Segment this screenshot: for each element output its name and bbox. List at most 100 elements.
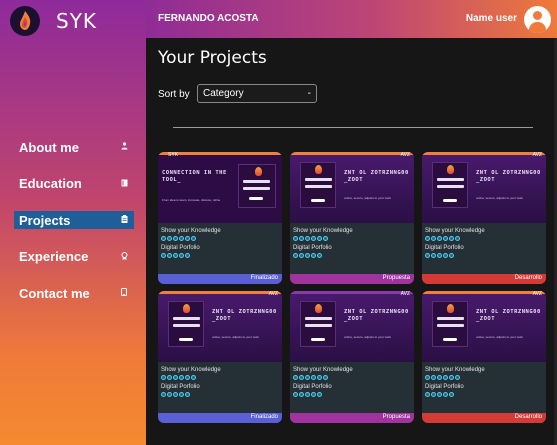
project-card[interactable]: AVZ ZNT OL ZOTRZNNG00 _ZOOT online, secu… [290, 291, 414, 423]
thumbnail-subtitle: From idea to team, innovate, discuss, re… [162, 198, 221, 202]
thumbnail-title: ZNT OL ZOTRZNNG00 _ZOOT [212, 309, 277, 322]
skill-label: Show your Knowledge [161, 228, 221, 234]
project-thumbnail[interactable]: AVZ ZNT OL ZOTRZNNG00 _ZOOT online, secu… [158, 291, 282, 362]
skill-label: Show your Knowledge [161, 367, 221, 373]
chevron-down-icon: - [307, 88, 311, 99]
thumbnail-title: ZNT OL ZOTRZNNG00 _ZOOT [344, 309, 409, 322]
project-tag: AVZ [268, 291, 278, 297]
nav-item-label: Contact me [19, 285, 90, 301]
project-card[interactable]: AVZ ZNT OL ZOTRZNNG00 _ZOOT online, secu… [422, 152, 546, 284]
skill-label: Show your Knowledge [425, 228, 485, 234]
flame-icon [447, 165, 454, 174]
project-card-body: Show your Knowledge Digital Porfolio [290, 362, 414, 411]
login-form-preview [300, 162, 336, 208]
thumbnail-subtitle: online, secure, adjusts to your work [476, 335, 524, 339]
skill-rating [161, 236, 279, 241]
project-card-body: Show your Knowledge Digital Porfolio [158, 362, 282, 411]
flame-icon [447, 304, 454, 313]
divider [173, 127, 533, 128]
person-icon [120, 142, 128, 152]
project-thumbnail[interactable]: AVZ ZNT OL ZOTRZNNG00 _ZOOT online, secu… [422, 152, 546, 223]
nav-item-label: Projects [19, 212, 71, 228]
sidebar-nav: About me Education Projects Experience C… [14, 138, 134, 321]
flame-icon [315, 304, 322, 313]
book-icon [120, 179, 128, 189]
skill-rating [293, 392, 411, 397]
nav-item-about-me[interactable]: About me [14, 138, 134, 156]
project-card[interactable]: AVZ ZNT OL ZOTRZNNG00 _ZOOT online, secu… [422, 291, 546, 423]
project-card-body: Show your Knowledge Digital Porfolio [290, 223, 414, 272]
skill-label: Show your Knowledge [293, 367, 353, 373]
project-tag: AVZ [400, 291, 410, 297]
skill-label: Digital Porfolio [425, 245, 464, 251]
skill-label: Show your Knowledge [425, 367, 485, 373]
flame-icon [315, 165, 322, 174]
status-badge: Desarrollo [422, 413, 546, 423]
project-card[interactable]: AVZ ZNT OL ZOTRZNNG00 _ZOOT online, secu… [290, 152, 414, 284]
sort-select-value: Category [203, 88, 244, 99]
thumbnail-title: CONNECTION IN THE TOOL_ [162, 170, 227, 183]
flame-icon [183, 304, 190, 313]
login-form-preview [168, 301, 204, 347]
name-user-label[interactable]: Name user [466, 13, 517, 24]
skill-label: Digital Porfolio [161, 245, 200, 251]
nav-item-projects[interactable]: Projects [14, 211, 134, 229]
nav-item-experience[interactable]: Experience [14, 248, 134, 266]
user-full-name: FERNANDO ACOSTA [158, 13, 259, 24]
project-card[interactable]: SYK CONNECTION IN THE TOOL_ From idea to… [158, 152, 282, 284]
skill-label: Digital Porfolio [293, 384, 332, 390]
status-badge: Propuesta [290, 274, 414, 284]
project-card-body: Show your Knowledge Digital Porfolio [422, 362, 546, 411]
login-form-preview [432, 162, 468, 208]
nav-item-label: Experience [19, 249, 89, 264]
nav-item-contact-me[interactable]: Contact me [14, 284, 134, 302]
project-card[interactable]: AVZ ZNT OL ZOTRZNNG00 _ZOOT online, secu… [158, 291, 282, 423]
project-tag: AVZ [532, 152, 542, 158]
sort-label: Sort by [158, 89, 190, 100]
nav-item-education[interactable]: Education [14, 175, 134, 193]
skill-rating [425, 236, 543, 241]
thumbnail-title: ZNT OL ZOTRZNNG00 _ZOOT [476, 309, 541, 322]
sort-select[interactable]: Category - [197, 84, 317, 103]
thumbnail-subtitle: online, secure, adjusts to your work [476, 196, 524, 200]
skill-rating [293, 375, 411, 380]
project-thumbnail[interactable]: AVZ ZNT OL ZOTRZNNG00 _ZOOT online, secu… [422, 291, 546, 362]
thumbnail-title: ZNT OL ZOTRZNNG00 _ZOOT [344, 170, 409, 183]
clipboard-icon [120, 215, 128, 225]
skill-rating [425, 392, 543, 397]
skill-rating [161, 253, 279, 258]
status-badge: Desarrollo [422, 274, 546, 284]
project-tag: AVZ [400, 152, 410, 158]
project-tag: SYK [168, 152, 179, 158]
nav-item-label: About me [19, 139, 79, 155]
skill-label: Digital Porfolio [293, 245, 332, 251]
status-badge: Propuesta [290, 413, 414, 423]
project-thumbnail[interactable]: SYK CONNECTION IN THE TOOL_ From idea to… [158, 152, 282, 223]
project-thumbnail[interactable]: AVZ ZNT OL ZOTRZNNG00 _ZOOT online, secu… [290, 152, 414, 223]
page-title: Your Projects [158, 48, 267, 68]
project-tag: AVZ [532, 291, 542, 297]
phone-icon [120, 288, 128, 298]
skill-rating [293, 236, 411, 241]
skill-rating [161, 392, 279, 397]
skill-rating [161, 375, 279, 380]
status-badge: Finalizado [158, 274, 282, 284]
skill-rating [425, 375, 543, 380]
skill-label: Digital Porfolio [161, 384, 200, 390]
thumbnail-subtitle: online, secure, adjusts to your work [344, 335, 392, 339]
project-card-body: Show your Knowledge Digital Porfolio [422, 223, 546, 272]
skill-rating [425, 253, 543, 258]
project-card-body: Show your Knowledge Digital Porfolio [158, 223, 282, 272]
avatar[interactable] [524, 6, 551, 33]
project-thumbnail[interactable]: AVZ ZNT OL ZOTRZNNG00 _ZOOT online, secu… [290, 291, 414, 362]
avatar-person-icon [533, 11, 542, 20]
thumbnail-subtitle: online, secure, adjusts to your work [212, 335, 260, 339]
login-form-preview [300, 301, 336, 347]
login-form-preview [432, 301, 468, 347]
top-header: FERNANDO ACOSTA Name user [146, 0, 557, 38]
flame-logo-icon[interactable] [10, 6, 40, 36]
status-badge: Finalizado [158, 413, 282, 423]
thumbnail-subtitle: online, secure, adjusts to your work [344, 196, 392, 200]
sidebar: SYK About me Education Projects Experien… [0, 0, 146, 445]
skill-label: Show your Knowledge [293, 228, 353, 234]
